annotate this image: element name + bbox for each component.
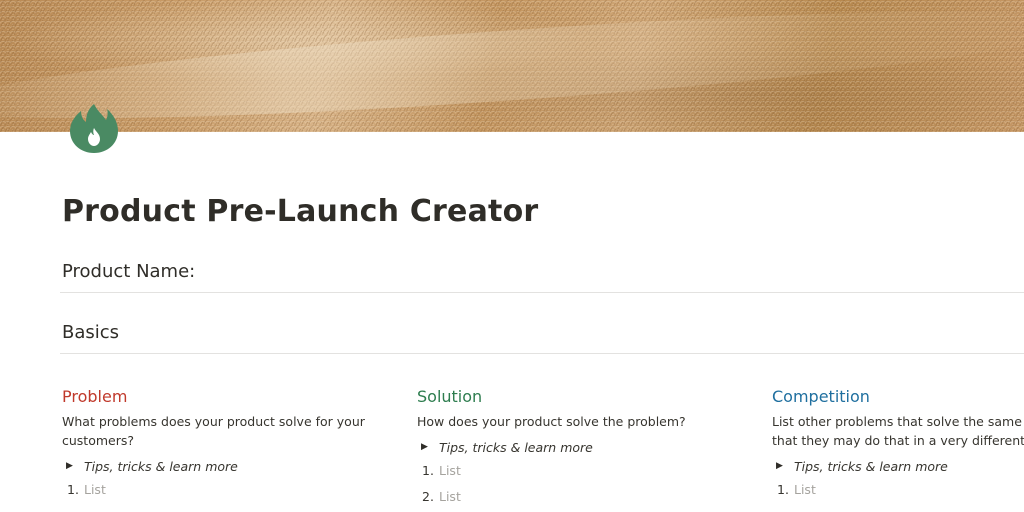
list-placeholder: List <box>794 481 816 497</box>
list-number: 1. <box>422 462 434 478</box>
competition-heading[interactable]: Competition <box>772 386 1024 408</box>
tips-toggle[interactable]: ▶ Tips, tricks & learn more <box>417 437 747 457</box>
product-name-heading[interactable]: Product Name: <box>62 261 195 282</box>
list-placeholder: List <box>439 488 461 504</box>
triangle-right-icon[interactable]: ▶ <box>772 461 794 471</box>
list-item[interactable]: 1. List <box>62 476 392 502</box>
page-title[interactable]: Product Pre-Launch Creator <box>62 194 538 229</box>
description-line: List other problems that solve the same … <box>772 414 1024 429</box>
description-line: What problems does your product solve fo… <box>62 414 365 429</box>
basics-heading[interactable]: Basics <box>62 322 119 343</box>
triangle-right-icon[interactable]: ▶ <box>62 461 84 471</box>
description-line: that they may do that in a very differen… <box>772 433 1024 448</box>
page-cover-image[interactable] <box>0 0 1024 132</box>
tips-toggle[interactable]: ▶ Tips, tricks & learn more <box>772 456 1024 476</box>
competition-column: Competition List other problems that sol… <box>772 386 1024 502</box>
list-placeholder: List <box>439 462 461 478</box>
flame-icon[interactable] <box>68 100 120 156</box>
description-line: How does your product solve the problem? <box>417 414 686 429</box>
tips-toggle[interactable]: ▶ Tips, tricks & learn more <box>62 456 392 476</box>
description-line: customers? <box>62 433 135 448</box>
solution-description[interactable]: How does your product solve the problem? <box>417 412 717 431</box>
list-placeholder: List <box>84 481 106 497</box>
divider <box>60 353 1024 354</box>
solution-column: Solution How does your product solve the… <box>417 386 747 509</box>
divider <box>60 292 1024 293</box>
solution-heading[interactable]: Solution <box>417 386 747 408</box>
problem-description[interactable]: What problems does your product solve fo… <box>62 412 365 450</box>
list-item[interactable]: 1. List <box>417 457 747 483</box>
triangle-right-icon[interactable]: ▶ <box>417 442 439 452</box>
list-item[interactable]: 2. List <box>417 483 747 509</box>
toggle-label: Tips, tricks & learn more <box>439 439 593 455</box>
toggle-label: Tips, tricks & learn more <box>84 458 238 474</box>
list-item[interactable]: 1. List <box>772 476 1024 502</box>
competition-description[interactable]: List other problems that solve the same … <box>772 412 1024 450</box>
problem-column: Problem What problems does your product … <box>62 386 392 502</box>
list-number: 1. <box>67 481 79 497</box>
list-number: 2. <box>422 488 434 504</box>
toggle-label: Tips, tricks & learn more <box>794 458 948 474</box>
list-number: 1. <box>777 481 789 497</box>
problem-heading[interactable]: Problem <box>62 386 392 408</box>
